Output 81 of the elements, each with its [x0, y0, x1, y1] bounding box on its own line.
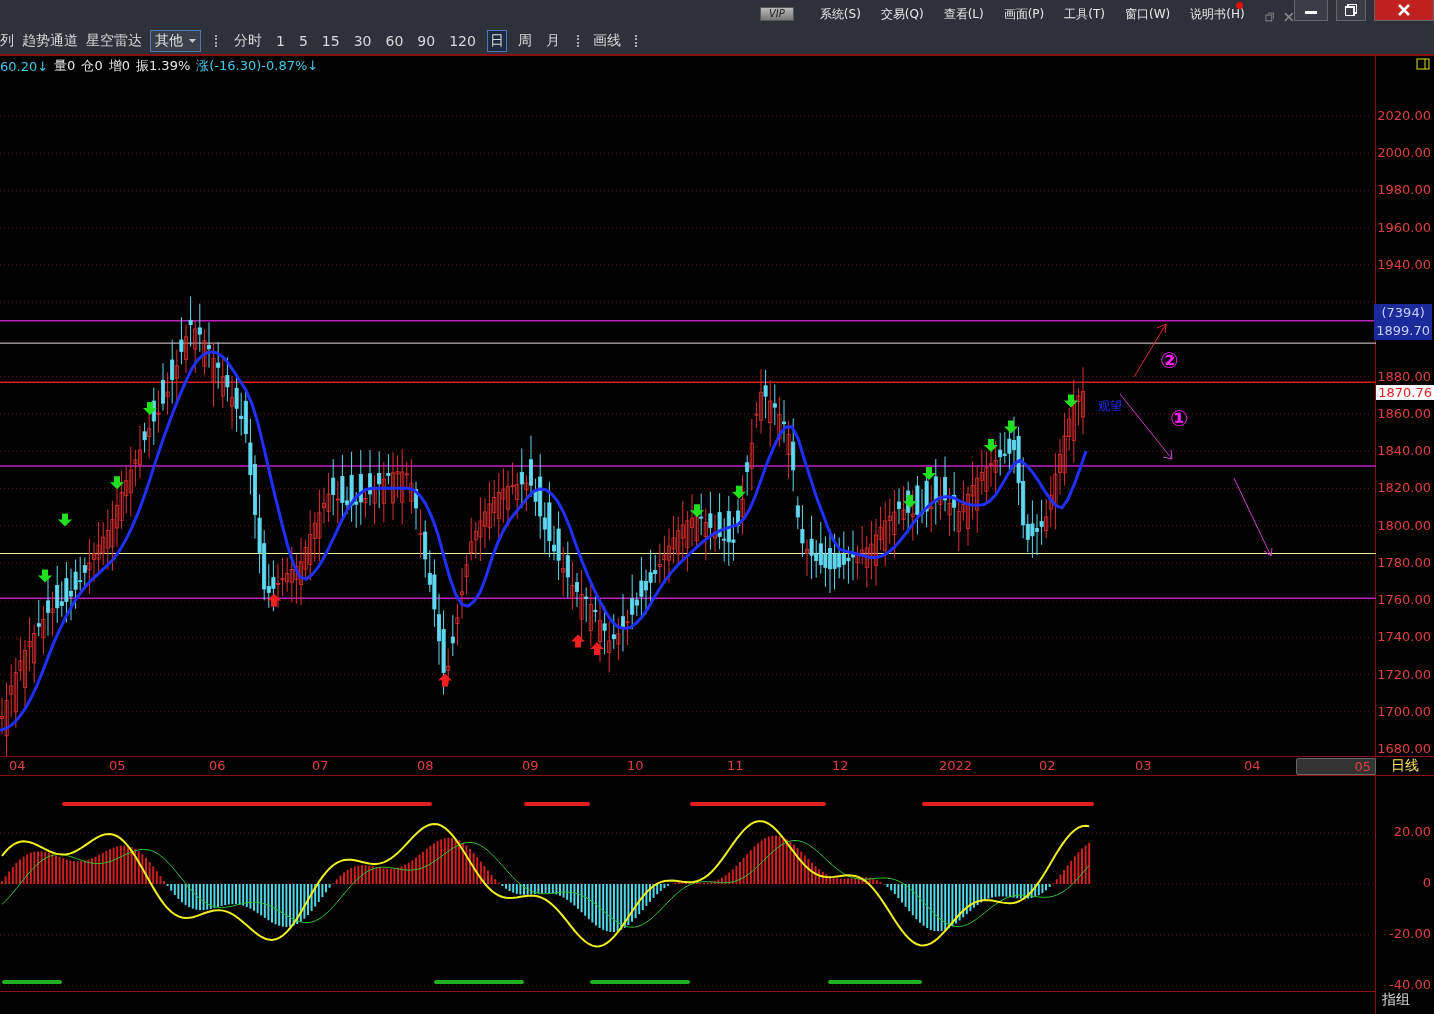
quote-stat: 仓0 — [81, 57, 103, 75]
quote-stat: 涨(-16.30)-0.87%↓ — [196, 57, 319, 75]
period-label: 日线 — [1376, 756, 1434, 776]
time-label: 07 — [311, 758, 330, 773]
quote-stat: 振1.39% — [135, 57, 191, 75]
time-label: 08 — [416, 758, 435, 773]
period-tab[interactable]: 90 — [414, 31, 439, 51]
maximize-icon — [1345, 4, 1357, 16]
period-tab[interactable]: 60 — [382, 31, 407, 51]
price-label: 1800.00 — [1377, 517, 1431, 533]
time-label: 02 — [1038, 758, 1057, 773]
toolbar-item[interactable]: 趋势通道 — [22, 32, 78, 50]
period-tab[interactable]: 1 — [273, 31, 288, 51]
period-tab[interactable]: 15 — [318, 31, 343, 51]
toolbar-item[interactable]: 星空雷达 — [86, 32, 142, 50]
time-label: 04 — [1243, 758, 1262, 773]
time-label: 06 — [208, 758, 227, 773]
period-tab[interactable]: 120 — [446, 31, 479, 51]
restore-icon[interactable] — [1264, 12, 1275, 22]
close-button[interactable] — [1374, 0, 1434, 21]
current-price-tag: 1870.76 — [1376, 384, 1434, 400]
period-tab[interactable]: 30 — [350, 31, 375, 51]
price-label: 1740.00 — [1377, 629, 1431, 645]
period-tab[interactable]: 分时 — [231, 30, 265, 52]
menu-item[interactable]: 查看(L) — [943, 5, 984, 23]
menu-item[interactable]: 窗口(W) — [1125, 5, 1171, 23]
chart-note: 观望 — [1098, 398, 1122, 415]
period-tab[interactable]: 5 — [295, 31, 311, 51]
quote-stat: 量0 — [54, 57, 76, 75]
time-label: 10 — [626, 758, 645, 773]
period-tab[interactable]: 日 — [486, 30, 507, 52]
toolbar-item[interactable]: 列 — [0, 32, 14, 50]
indicator-label: 0 — [1422, 875, 1431, 890]
time-label: 12 — [831, 758, 850, 773]
time-label: 11 — [726, 758, 745, 773]
indicator-label: 20.00 — [1393, 824, 1431, 839]
menu-item[interactable]: 交易(Q) — [880, 5, 924, 23]
circled-number: ② — [1160, 348, 1179, 373]
notification-dot — [1235, 1, 1243, 9]
price-label: 1780.00 — [1377, 554, 1431, 570]
panel-toggle-icon[interactable] — [1416, 58, 1430, 70]
price-label: 1700.00 — [1377, 703, 1431, 719]
maximize-button[interactable] — [1336, 0, 1366, 21]
time-label: 09 — [521, 758, 540, 773]
menu-item[interactable]: 画面(P) — [1003, 5, 1045, 23]
indicator-group-tab[interactable]: 指组 — [1376, 991, 1434, 1009]
price-label: 1760.00 — [1377, 592, 1431, 608]
volume-count: (7394) — [1381, 304, 1425, 322]
price-label: 1820.00 — [1377, 480, 1431, 496]
price-label: 1880.00 — [1377, 368, 1431, 384]
close-icon[interactable] — [1284, 12, 1294, 22]
close-icon — [1398, 4, 1410, 16]
time-label: 04 — [8, 758, 27, 773]
menu-item[interactable]: 说明书(H) — [1190, 5, 1245, 23]
caret-icon — [189, 39, 196, 43]
time-label: 03 — [1134, 758, 1153, 773]
cursor-price: 1899.70 — [1376, 322, 1430, 340]
vip-badge[interactable]: VIP — [760, 7, 794, 21]
minimize-button[interactable] — [1294, 0, 1328, 21]
price-label: 1720.00 — [1377, 666, 1431, 682]
menu-item[interactable]: 工具(T) — [1064, 5, 1105, 23]
menu-item[interactable]: 系统(S) — [819, 5, 861, 23]
price-label: 1680.00 — [1377, 741, 1431, 756]
quote-stat: 增0 — [108, 57, 130, 75]
price-label: 1980.00 — [1377, 182, 1431, 198]
draw-line-tool[interactable]: 画线 — [592, 32, 621, 50]
indicator-label: -20.00 — [1389, 926, 1431, 941]
period-tab[interactable]: 周 — [514, 30, 535, 52]
circled-number: ① — [1170, 406, 1189, 431]
time-label: 05 — [108, 758, 127, 773]
indicator-dropdown[interactable]: 其他 — [150, 30, 201, 52]
price-label: 1860.00 — [1377, 405, 1431, 421]
price-label: 1940.00 — [1377, 256, 1431, 272]
price-label: 2020.00 — [1377, 108, 1431, 123]
period-tab[interactable]: 月 — [542, 30, 563, 52]
price-label: 2000.00 — [1377, 145, 1431, 161]
quote-stat: 60.20↓ — [0, 58, 49, 74]
time-label: 2022 — [938, 758, 974, 773]
price-label: 1960.00 — [1377, 219, 1431, 235]
price-label: 1840.00 — [1377, 443, 1431, 459]
indicator-label: -40.00 — [1389, 977, 1431, 992]
